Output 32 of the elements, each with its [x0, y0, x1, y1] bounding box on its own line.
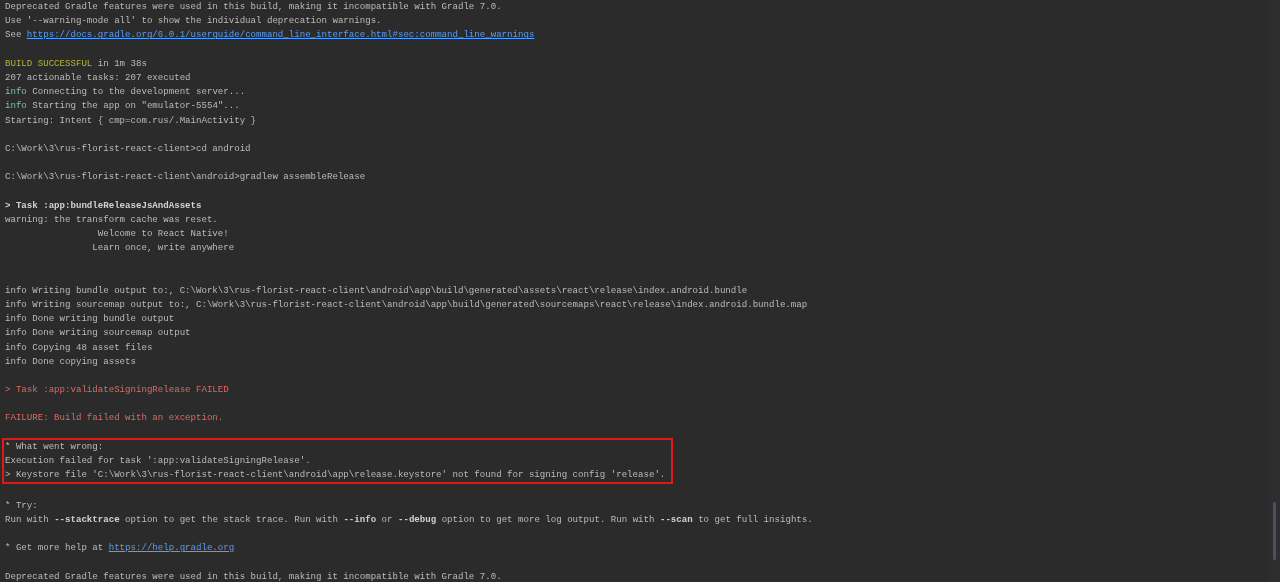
- console-line: info Done writing sourcemap output: [5, 326, 191, 341]
- console-line: info Done copying assets: [5, 354, 136, 369]
- console-line: C:\Work\3\rus-florist-react-client\android>gradlew assembleRelease: [5, 170, 366, 185]
- console-line: info Copying 48 asset files: [5, 340, 153, 355]
- console-line: info Starting the app on "emulator-5554"...: [5, 99, 240, 114]
- console-line: info Connecting to the development server...: [5, 85, 246, 100]
- error-line: > Task :app:validateSigningRelease FAILED: [5, 383, 229, 398]
- console-line: Run with --stacktrace option to get the stack trace. Run with --info or --debug option to get more log output. Run with --scan to get full insights.: [5, 512, 813, 527]
- console-line: Execution failed for task ':app:validateSigningRelease'.: [5, 454, 311, 468]
- console-line: C:\Work\3\rus-florist-react-client>cd android: [5, 141, 251, 156]
- scrollbar-thumb[interactable]: [1272, 502, 1276, 560]
- console-line: Deprecated Gradle features were used in this build, making it incompatible with Gradle 7.0.: [5, 569, 502, 582]
- console-line: 207 actionable tasks: 207 executed: [5, 70, 191, 85]
- link[interactable]: https://help.gradle.org: [108, 542, 235, 554]
- console-line: > Task :app:bundleReleaseJsAndAssets: [5, 198, 202, 213]
- link[interactable]: https://docs.gradle.org/6.0.1/userguide/command_line_interface.html#sec:command_line_warnings: [26, 29, 535, 41]
- console-line: Deprecated Gradle features were used in this build, making it incompatible with Gradle 7.0.: [5, 0, 502, 14]
- console-line: info Done writing bundle output: [5, 312, 175, 327]
- console-line: * Get more help at https://help.gradle.org: [5, 541, 235, 556]
- console-line: Starting: Intent { cmp=com.rus/.MainActivity }: [5, 113, 257, 128]
- console-line: * Try:: [5, 498, 38, 513]
- console-line: Welcome to React Native!: [96, 227, 229, 241]
- console-line: See https://docs.gradle.org/6.0.1/userguide/command_line_interface.html#sec:command_line_warnings: [5, 28, 535, 43]
- console-line: BUILD SUCCESSFUL in 1m 38s: [5, 56, 147, 71]
- console-line: info Writing bundle output to:, C:\Work\3\rus-florist-react-client\android\app\build\generated\assets\react\release\index.android.bundle: [5, 283, 748, 298]
- console-line: info Writing sourcemap output to:, C:\Work\3\rus-florist-react-client\android\app\build\generated\sourcemaps\react\release\index.android.bundle.map: [5, 297, 808, 312]
- console-line: * What went wrong:: [5, 439, 104, 454]
- error-line: FAILURE: Build failed with an exception.: [5, 411, 224, 426]
- console-line: > Keystore file 'C:\Work\3\rus-florist-react-client\android\app\release.keystore' not found for signing config 'release'.: [5, 468, 666, 483]
- console-line: Use '--warning-mode all' to show the individual deprecation warnings.: [5, 14, 382, 29]
- console-line: Learn once, write anywhere: [91, 241, 235, 256]
- console-line: warning: the transform cache was reset.: [5, 212, 218, 227]
